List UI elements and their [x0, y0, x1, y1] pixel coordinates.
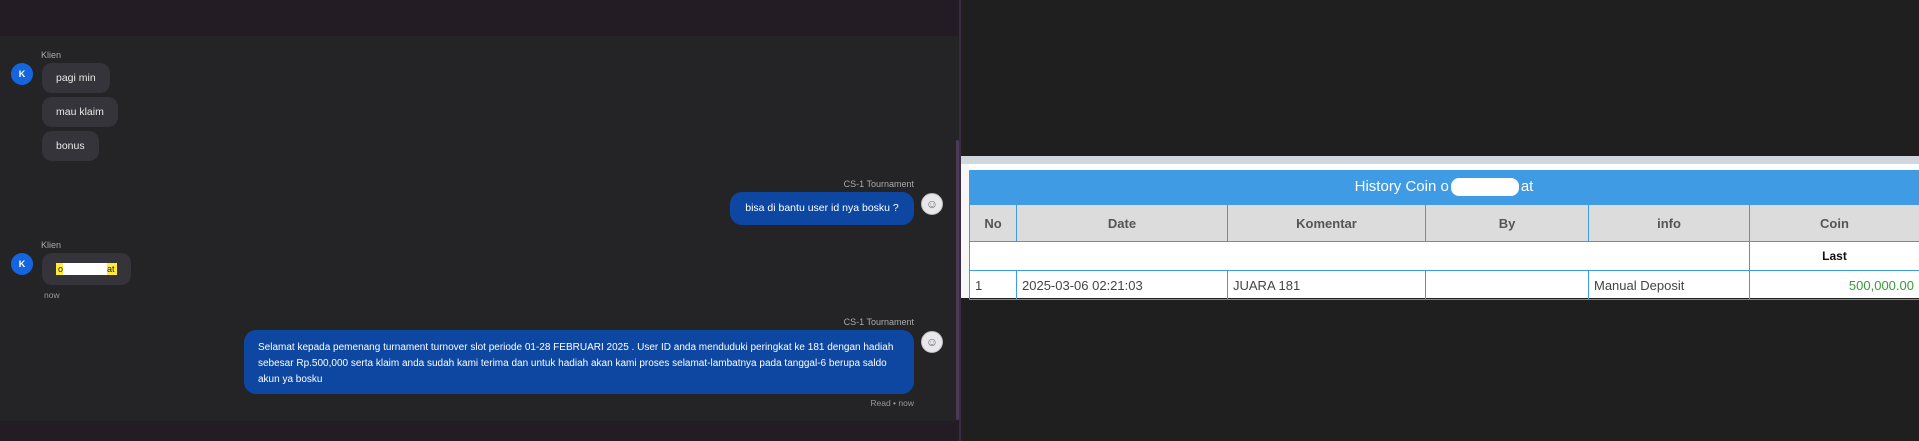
message-bubble: mau klaim: [42, 97, 118, 127]
message-bubble-outgoing: Selamat kepada pemenang turnament turnov…: [244, 330, 914, 394]
panel-top-edge: [961, 156, 1919, 164]
column-header-by[interactable]: By: [1425, 204, 1589, 242]
history-coin-table: No Date Komentar By info Coin Last 1 202…: [969, 204, 1919, 300]
history-title: History Coin o at: [969, 170, 1919, 204]
message-time: now: [44, 290, 60, 300]
cell-komentar: JUARA 181: [1227, 270, 1426, 300]
cell-no: 1: [969, 270, 1017, 300]
cell-date: 2025-03-06 02:21:03: [1016, 270, 1228, 300]
table-row: 1 2025-03-06 02:21:03 JUARA 181 Manual D…: [969, 270, 1919, 300]
cell-info: Manual Deposit: [1588, 270, 1750, 300]
history-coin-panel: History Coin o at No Date Komentar By inf…: [961, 156, 1919, 300]
sender-name: CS-1 Tournament: [843, 179, 914, 189]
chat-bottom-bar: [0, 421, 959, 441]
sender-name: CS-1 Tournament: [843, 317, 914, 327]
column-header-coin[interactable]: Coin: [1749, 204, 1919, 242]
chat-panel: Klien K pagi min mau klaim bonus CS-1 To…: [0, 0, 959, 441]
sender-name: Klien: [41, 240, 62, 250]
message-bubble: bonus: [42, 131, 99, 161]
cell-by: [1425, 270, 1589, 300]
agent-avatar-icon: ☺: [921, 193, 943, 215]
message-bubble: o at: [42, 253, 131, 285]
column-header-komentar[interactable]: Komentar: [1227, 204, 1426, 242]
redaction-mark: [63, 263, 108, 275]
read-status: Read • now: [870, 398, 914, 408]
column-header-info[interactable]: info: [1588, 204, 1750, 242]
redaction-mark: [1450, 178, 1519, 197]
client-avatar: K: [11, 253, 33, 275]
column-header-date[interactable]: Date: [1016, 204, 1228, 242]
message-bubble: pagi min: [42, 63, 110, 93]
client-avatar: K: [11, 63, 33, 85]
highlighted-user-id: o at: [56, 263, 117, 275]
message-bubble-outgoing: bisa di bantu user id nya bosku ?: [730, 192, 914, 225]
history-coin-table-wrap: History Coin o at No Date Komentar By inf…: [969, 164, 1919, 300]
cell-coin: 500,000.00: [1749, 270, 1919, 300]
column-header-no[interactable]: No: [969, 204, 1017, 242]
last-label: Last: [1749, 241, 1919, 271]
last-row: Last: [969, 241, 1919, 271]
agent-avatar-icon: ☺: [921, 331, 943, 353]
table-header-row: No Date Komentar By info Coin: [969, 204, 1919, 242]
chat-top-bar: [0, 0, 959, 36]
sender-name: Klien: [41, 50, 62, 60]
